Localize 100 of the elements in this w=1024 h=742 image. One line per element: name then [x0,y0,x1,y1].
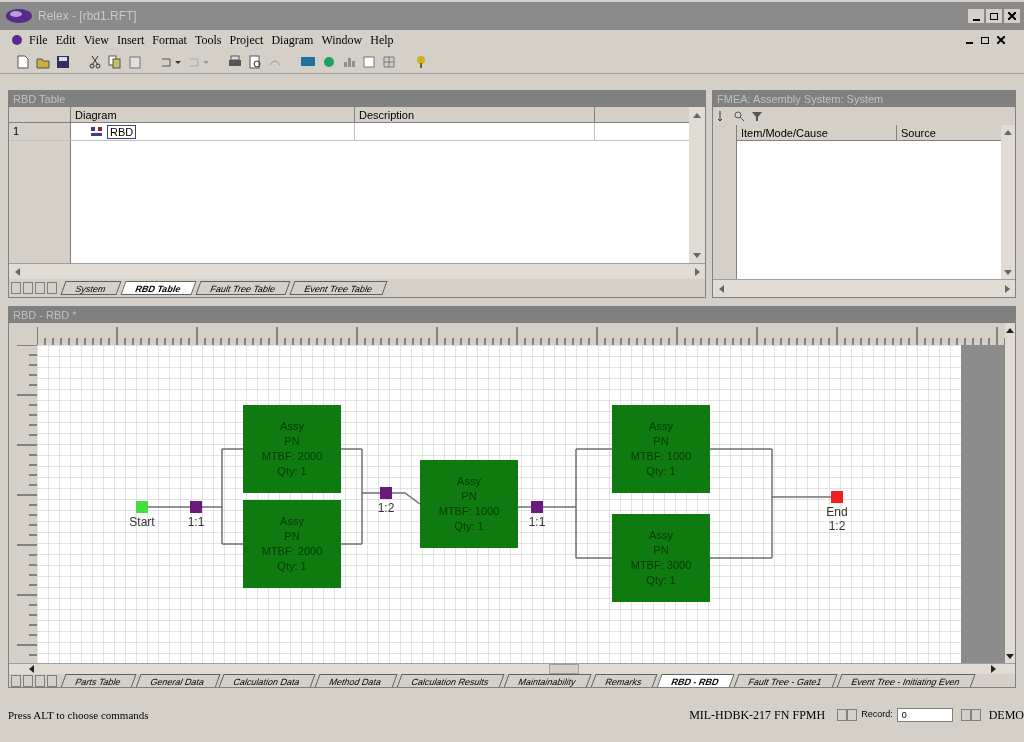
close-button[interactable] [1004,9,1020,23]
column-header[interactable]: Item/Mode/Cause [737,125,897,141]
sheet-tab[interactable]: Fault Tree Table [195,281,291,295]
minimize-icon [972,19,980,21]
block-text: Qty: 1 [277,464,307,479]
node-label: Start [129,515,155,529]
new-file-icon[interactable] [16,54,30,69]
menu-item[interactable]: Format [152,31,187,49]
record-label: Record: [861,708,893,722]
minimize-button[interactable] [968,9,984,23]
sheet-tab[interactable]: Calculation Data [218,674,316,687]
help-icon[interactable] [414,54,428,69]
first-tab-button[interactable] [11,282,21,294]
block-text: MTBF: 2000 [261,544,323,559]
globe-icon[interactable] [322,54,336,69]
menu-item[interactable]: Project [229,31,264,49]
mode-indicator: DEMO [988,707,1024,724]
maximize-icon [990,12,998,20]
sheet-tab[interactable]: Maintainability [503,674,592,687]
record-previous-button[interactable] [847,709,858,721]
filter-icon[interactable] [751,110,763,122]
block-text: PN [284,529,300,544]
connector-line [391,492,421,505]
print-icon[interactable] [228,54,242,69]
scroll-thumb[interactable] [549,664,579,675]
block-text: MTBF: 3000 [630,558,692,573]
connector-line [147,506,191,508]
grid-icon[interactable] [382,54,396,69]
block-text: PN [461,489,477,504]
menu-item[interactable]: Help [370,31,394,49]
diagram-icon [91,126,103,137]
cut-icon[interactable] [88,54,102,69]
block-text: PN [284,434,300,449]
block-text: Qty: 1 [646,464,676,479]
zoom-icon[interactable] [733,110,745,122]
last-tab-button[interactable] [47,282,57,294]
window-title: Relex - [rbd1.RFT] [38,8,137,25]
sheet-tab[interactable]: Event Tree Table [289,281,389,295]
print-preview-icon[interactable] [248,54,262,69]
connector-node[interactable] [531,501,543,513]
column-header[interactable]: Diagram [71,107,355,123]
up-arrow-icon [1006,327,1014,333]
close-button[interactable] [994,34,1008,46]
record-first-button[interactable] [837,709,848,721]
node-label: End [826,505,848,519]
maximize-icon [981,36,989,44]
calculation-method: MIL-HDBK-217 FN FPMH [689,707,826,724]
down-arrow-icon [1004,269,1012,275]
menu-item[interactable]: View [83,31,109,49]
column-header[interactable]: Description [355,107,595,123]
connector-node[interactable] [380,487,392,499]
block-text: Assy [649,528,673,543]
copy-icon[interactable] [108,54,122,69]
sheet-tab[interactable]: Parts Table [60,674,137,687]
maximize-button[interactable] [986,9,1002,23]
record-field[interactable]: 0 [896,708,953,722]
record-last-button[interactable] [970,709,981,721]
minimize-icon [965,42,973,44]
restore-button[interactable] [978,34,992,46]
menu-item[interactable]: Tools [194,31,222,49]
menu-item[interactable]: Edit [55,31,76,49]
start-node[interactable] [136,501,148,513]
sheet-tab[interactable]: Event Tree - Initiating Even [836,674,976,687]
next-tab-button[interactable] [35,282,45,294]
block-text: Assy [457,474,481,489]
last-tab-button[interactable] [47,674,57,687]
table-icon[interactable] [362,54,376,69]
sheet-tab[interactable]: General Data [135,674,220,687]
sheet-tab[interactable]: Method Data [314,674,398,687]
sheet-tab[interactable]: RBD Table [120,281,197,295]
left-arrow-icon [718,284,724,293]
node-label: 1:1 [187,515,205,529]
sheet-tab[interactable]: RBD - RBD [656,674,735,687]
sheet-tab[interactable]: Calculation Results [396,674,505,687]
down-arrow-icon [693,252,701,258]
right-arrow-icon [694,267,700,276]
end-node[interactable] [831,491,843,503]
panel-title: RBD - RBD * [9,307,1015,323]
block-text: PN [653,434,669,449]
sheet-tab[interactable]: System [60,281,122,295]
panel-title: FMEA: Assembly System: System [713,91,1015,107]
menu-item[interactable]: File [29,31,48,49]
record-next-button[interactable] [960,709,971,721]
menu-item[interactable]: Diagram [271,31,314,49]
menu-item[interactable]: Window [321,31,363,49]
document-logo-icon [12,35,22,45]
first-tab-button[interactable] [11,674,21,687]
monitor-icon[interactable] [300,54,316,69]
save-icon[interactable] [56,54,70,69]
connector-node[interactable] [190,501,202,513]
block-text: PN [653,543,669,558]
menu-item[interactable]: Insert [116,31,145,49]
block-text: MTBF: 2000 [261,449,323,464]
right-arrow-icon [990,665,996,674]
table-cell[interactable]: RBD [107,124,137,139]
sheet-tab[interactable]: Remarks [590,674,658,687]
block-text: Qty: 1 [646,573,676,588]
panel-title: RBD Table [9,91,705,107]
sheet-tab[interactable]: Fault Tree - Gate1 [733,674,838,687]
previous-tab-button[interactable] [23,282,33,294]
